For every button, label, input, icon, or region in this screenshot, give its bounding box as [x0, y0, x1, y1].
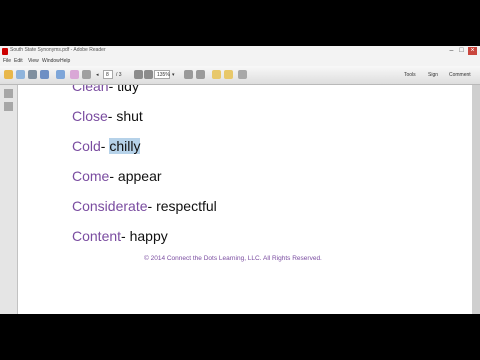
- page-number-input[interactable]: 8: [103, 70, 113, 79]
- entry-definition: appear: [117, 168, 162, 184]
- list-item: Cold- chilly: [72, 138, 141, 154]
- menu-file[interactable]: File: [3, 58, 11, 64]
- expand-icon[interactable]: [238, 70, 247, 79]
- menu-view[interactable]: View: [28, 58, 39, 64]
- entry-word: Cold: [72, 138, 101, 154]
- open-icon[interactable]: [4, 70, 13, 79]
- comment-button[interactable]: Comment: [449, 72, 471, 78]
- fit-page-icon[interactable]: [184, 70, 193, 79]
- page-thumbnails-icon[interactable]: [4, 89, 13, 98]
- list-item: Close- shut: [72, 108, 143, 124]
- maximize-icon[interactable]: □: [457, 47, 466, 55]
- print-preview-icon[interactable]: [70, 70, 79, 79]
- list-item: Content- happy: [72, 228, 168, 244]
- window-title: South State Synonyms.pdf - Adobe Reader: [10, 47, 106, 53]
- pdf-page: Clean- tidy Close- shut Cold- chilly Com…: [18, 85, 472, 314]
- highlight-icon[interactable]: [224, 70, 233, 79]
- tools-button[interactable]: Tools: [404, 72, 416, 78]
- entry-definition: tidy: [117, 85, 139, 94]
- entry-word: Come: [72, 168, 110, 184]
- adobe-reader-window: South State Synonyms.pdf - Adobe Reader …: [0, 46, 480, 314]
- entry-definition: respectful: [156, 198, 217, 214]
- entry-word: Content: [72, 228, 122, 244]
- menu-bar: File Edit View Window Help: [0, 58, 480, 66]
- toolbar: ◂ 8 / 3 135% ▾ Tools Sign Comment: [0, 66, 480, 85]
- entry-word: Clean: [72, 85, 109, 94]
- adobe-reader-icon: [2, 48, 8, 55]
- entry-definition: shut: [116, 108, 143, 124]
- zoom-dropdown-icon[interactable]: ▾: [172, 72, 175, 78]
- entry-word: Close: [72, 108, 108, 124]
- vertical-scrollbar[interactable]: [472, 85, 480, 314]
- entry-definition: happy: [129, 228, 168, 244]
- nav-icon[interactable]: [82, 70, 91, 79]
- navigation-panel: [0, 85, 18, 314]
- zoom-input[interactable]: 135%: [154, 70, 170, 79]
- list-item: Come- appear: [72, 168, 162, 184]
- menu-help[interactable]: Help: [60, 58, 70, 64]
- sign-button[interactable]: Sign: [428, 72, 438, 78]
- close-icon[interactable]: ×: [468, 47, 477, 55]
- create-pdf-icon[interactable]: [16, 70, 25, 79]
- comment-note-icon[interactable]: [212, 70, 221, 79]
- attachments-icon[interactable]: [4, 102, 13, 111]
- previous-page-icon[interactable]: ◂: [96, 72, 99, 78]
- fit-width-icon[interactable]: [196, 70, 205, 79]
- print-icon[interactable]: [28, 70, 37, 79]
- entry-word: Considerate: [72, 198, 148, 214]
- menu-window[interactable]: Window: [42, 58, 60, 64]
- email-icon[interactable]: [40, 70, 49, 79]
- page-total: / 3: [116, 72, 122, 78]
- zoom-in-icon[interactable]: [144, 70, 153, 79]
- minimize-icon[interactable]: –: [447, 47, 456, 55]
- menu-edit[interactable]: Edit: [14, 58, 23, 64]
- zoom-out-icon[interactable]: [134, 70, 143, 79]
- selected-text[interactable]: chilly: [109, 138, 141, 154]
- copyright-footer: © 2014 Connect the Dots Learning, LLC. A…: [144, 255, 322, 262]
- save-icon[interactable]: [56, 70, 65, 79]
- list-item: Clean- tidy: [72, 85, 139, 94]
- list-item: Considerate- respectful: [72, 198, 217, 214]
